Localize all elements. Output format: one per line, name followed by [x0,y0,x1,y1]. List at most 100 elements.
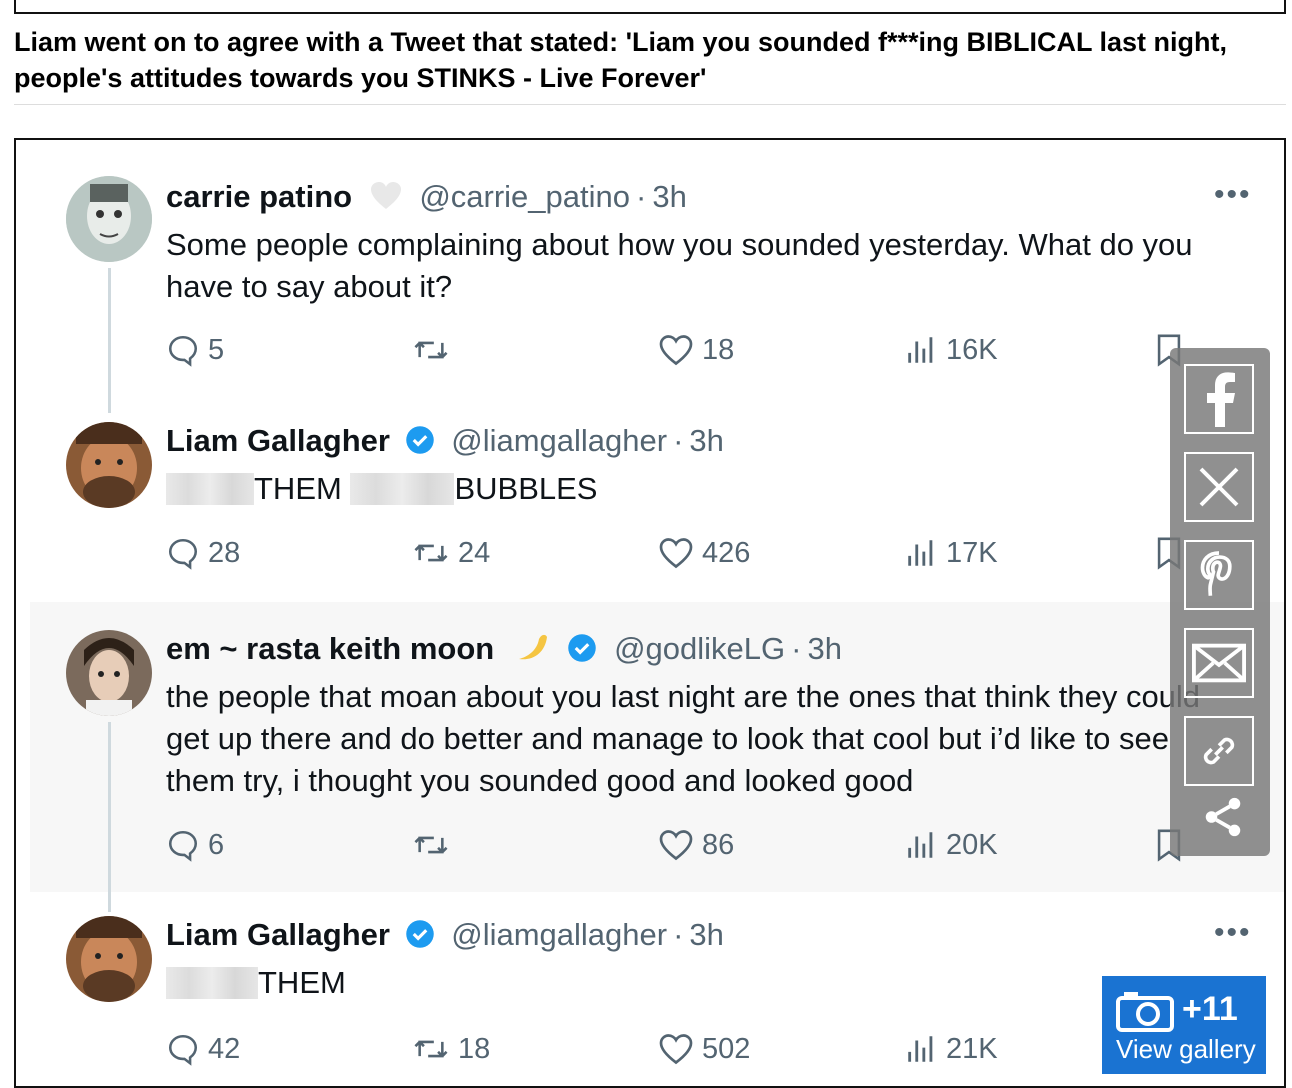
reply-icon [168,1034,198,1066]
tweet-time[interactable]: 3h [689,917,723,952]
like-count: 426 [702,536,751,569]
retweet-button[interactable]: 18 [412,1032,490,1066]
tweet-actions: 5 18 16K [166,333,1266,373]
censored-word [350,473,455,505]
like-count: 18 [702,333,735,366]
views-button[interactable]: 16K [904,333,998,367]
more-options-button[interactable]: ••• [1214,916,1252,950]
censored-word [166,473,254,505]
tweet-text: THEM [166,962,1246,1004]
like-count: 502 [702,1032,751,1065]
tweet-time[interactable]: 3h [807,631,841,666]
previous-image-frame [14,0,1286,14]
pinterest-share-button[interactable] [1184,540,1254,610]
reply-count: 42 [208,1032,241,1065]
image-caption: Liam went on to agree with a Tweet that … [14,27,1228,93]
reply-button[interactable]: 5 [166,333,224,367]
thread-line [108,722,111,912]
user-name[interactable]: carrie patino [166,179,352,214]
avatar-liam-gallagher [66,916,152,1002]
tweet-text: the people that moan about you last nigh… [166,679,1201,798]
user-handle[interactable]: @godlikeLG [614,631,785,666]
like-button[interactable]: 426 [658,536,750,570]
like-button[interactable]: 502 [658,1032,750,1066]
retweet-button[interactable] [412,333,458,367]
views-button[interactable]: 17K [904,536,998,570]
verified-badge-icon [568,634,597,662]
view-count: 16K [946,333,998,366]
share-sidebar [1170,348,1270,856]
heart-icon [659,830,693,861]
reply-button[interactable]: 28 [166,536,240,570]
tweet-actions: 6 86 20K [166,828,1266,868]
tweet-liam-gallagher-1: Liam Gallagher @liamgallagher · 3h THEM BU… [30,402,1284,602]
verified-badge-icon [405,920,434,948]
user-handle[interactable]: @liamgallagher [451,917,667,952]
copy-link-button[interactable] [1184,716,1254,786]
retweet-button[interactable] [412,828,458,862]
tweet-time[interactable]: 3h [652,179,686,214]
retweet-icon [414,544,448,562]
view-gallery-button[interactable]: +11 View gallery [1102,976,1266,1074]
x-share-button[interactable] [1184,452,1254,522]
user-name[interactable]: Liam Gallagher [166,917,390,952]
tweet-header: Liam Gallagher @liamgallagher · 3h [166,917,724,952]
share-icon [1205,797,1241,837]
avatar-liam-gallagher [66,422,152,508]
user-handle[interactable]: @carrie_patino [419,179,630,214]
tweet-screenshot-image: carrie patino @carrie_patino · 3h ••• Some… [14,138,1286,1088]
view-count: 20K [946,828,998,861]
pinterest-icon [1200,551,1232,596]
heart-icon [659,1034,693,1065]
views-icon [908,832,933,858]
gallery-count: +11 [1182,990,1238,1028]
reply-button[interactable]: 42 [166,1032,240,1066]
heart-icon [659,335,693,366]
crescent-moon-emoji-icon [513,631,553,663]
reply-count: 6 [208,828,225,861]
verified-badge-icon [405,426,434,454]
reply-count: 28 [208,536,241,569]
like-button[interactable]: 18 [658,333,734,367]
reply-icon [168,538,198,570]
tweet-time[interactable]: 3h [689,423,723,458]
retweet-icon [414,341,448,359]
share-button[interactable] [1200,794,1246,845]
tweet-header: carrie patino @carrie_patino · 3h [166,179,687,214]
like-count: 86 [702,828,735,861]
tweet-text: THEM BUBBLES [166,468,1246,510]
retweet-icon [414,836,448,854]
thread-line [108,268,111,413]
views-button[interactable]: 21K [904,1032,998,1066]
tweet-em-rasta-keith-moon: em ~ rasta keith moon @godlikeLG · 3h the … [30,602,1284,912]
tweet-actions: 28 24 426 17K [166,536,1266,576]
user-name[interactable]: Liam Gallagher [166,423,390,458]
x-icon [1199,467,1239,507]
views-icon [908,540,933,566]
like-button[interactable]: 86 [658,828,734,862]
avatar-carrie-patino [66,176,152,262]
retweet-button[interactable]: 24 [412,536,490,570]
heart-icon [659,538,693,569]
avatar-em [66,630,152,716]
more-options-button[interactable]: ••• [1214,178,1252,212]
heart-emoji-icon [369,181,403,209]
user-name[interactable]: em ~ rasta keith moon [166,631,494,666]
facebook-icon [1207,372,1235,427]
view-count: 21K [946,1032,998,1065]
tweet-header: em ~ rasta keith moon @godlikeLG · 3h [166,631,842,666]
email-share-button[interactable] [1184,628,1254,698]
views-button[interactable]: 20K [904,828,998,862]
views-icon [908,337,933,363]
user-handle[interactable]: @liamgallagher [451,423,667,458]
views-icon [908,1036,933,1062]
facebook-share-button[interactable] [1184,364,1254,434]
camera-icon [1116,992,1174,1032]
reply-icon [168,830,198,862]
reply-icon [168,335,198,367]
tweet-header: Liam Gallagher @liamgallagher · 3h [166,423,724,458]
caption-divider [14,104,1286,105]
reply-button[interactable]: 6 [166,828,224,862]
link-icon [1203,737,1235,765]
retweet-icon [414,1040,448,1058]
